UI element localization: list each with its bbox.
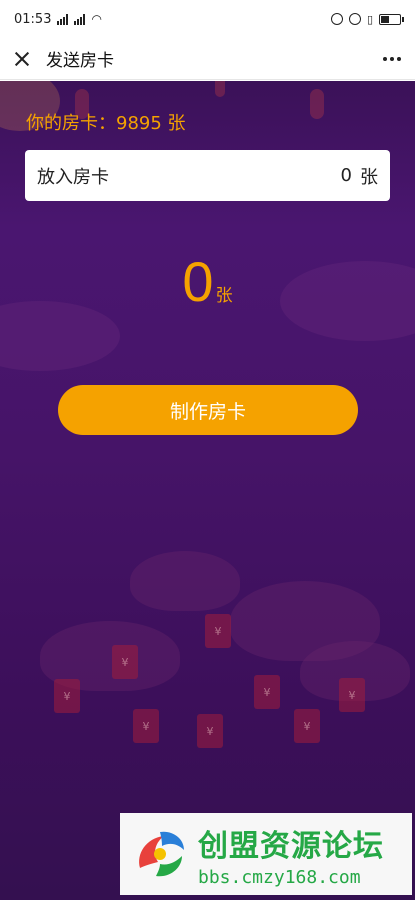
watermark-name: 创盟资源论坛: [198, 828, 384, 864]
my-cards-count: 你的房卡：9895 张: [26, 113, 186, 134]
card-quantity-label: 放入房卡: [37, 166, 109, 188]
nfc-icon: [330, 13, 343, 25]
tree-decoration: [130, 551, 240, 611]
selected-card-unit: 张: [215, 286, 233, 306]
battery-icon: [379, 13, 404, 25]
red-envelope-decoration: ¥: [112, 645, 138, 679]
watermark: 创盟资源论坛 bbs.cmzy168.com: [120, 813, 412, 895]
main-content: 你的房卡：9895 张 放入房卡 张 0张 制作房卡 ¥ ¥ ¥ ¥ ¥ ¥ ¥…: [0, 81, 415, 900]
red-envelope-decoration: ¥: [294, 709, 320, 743]
vibrate-icon: ▯: [366, 12, 373, 26]
status-left: 01:53 ◠: [14, 12, 102, 27]
red-envelope-decoration: ¥: [205, 614, 231, 648]
card-quantity-input[interactable]: [109, 165, 352, 186]
card-quantity-row: 放入房卡 张: [25, 150, 390, 201]
red-envelope-decoration: ¥: [339, 678, 365, 712]
make-card-button[interactable]: 制作房卡: [58, 385, 358, 435]
nav-bar: 发送房卡: [0, 38, 415, 80]
alarm-icon: [348, 13, 361, 25]
signal-icon-2: [74, 13, 86, 25]
watermark-url: bbs.cmzy168.com: [198, 866, 361, 888]
more-options-icon[interactable]: [381, 51, 403, 67]
status-right: ▯: [330, 12, 404, 26]
watermark-logo-icon: [130, 824, 190, 884]
card-quantity-unit: 张: [360, 166, 378, 188]
wifi-icon: ◠: [91, 12, 102, 26]
red-envelope-decoration: ¥: [133, 709, 159, 743]
status-bar: 01:53 ◠ ▯: [0, 0, 415, 38]
lantern-decoration: [310, 89, 324, 119]
signal-icon: [57, 13, 69, 25]
red-envelope-decoration: ¥: [254, 675, 280, 709]
status-time: 01:53: [14, 11, 52, 27]
page-title: 发送房卡: [46, 51, 114, 71]
watermark-text: 创盟资源论坛 bbs.cmzy168.com: [198, 821, 384, 888]
selected-card-count: 0张: [0, 249, 415, 314]
selected-card-number: 0: [182, 250, 214, 313]
red-envelope-decoration: ¥: [197, 714, 223, 748]
red-envelope-decoration: ¥: [54, 679, 80, 713]
close-icon[interactable]: [12, 49, 32, 69]
lantern-decoration: [215, 81, 225, 97]
